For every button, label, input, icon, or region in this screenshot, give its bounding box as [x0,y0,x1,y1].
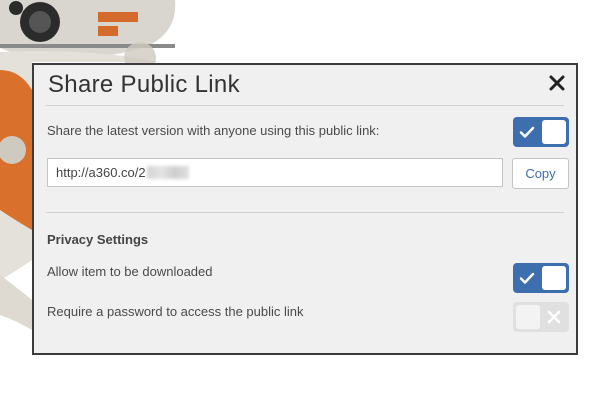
allow-download-toggle[interactable] [513,263,569,293]
toggle-knob [542,266,566,290]
section-divider [46,212,564,213]
share-link-toggle[interactable] [513,117,569,147]
toggle-knob [542,120,566,144]
x-icon [547,310,561,324]
allow-download-label: Allow item to be downloaded [47,264,213,279]
require-password-label: Require a password to access the public … [47,304,304,319]
require-password-toggle[interactable] [513,302,569,332]
public-link-field[interactable] [47,158,503,187]
privacy-settings-heading: Privacy Settings [47,232,149,247]
close-icon[interactable] [548,74,566,92]
toggle-knob [516,305,540,329]
copy-button[interactable]: Copy [512,158,569,189]
share-public-link-dialog: Share Public Link Share the latest versi… [32,63,578,355]
title-divider [46,105,564,106]
share-description: Share the latest version with anyone usi… [47,123,380,138]
check-icon [519,126,535,138]
check-icon [519,272,535,284]
redacted-link-segment [147,166,189,179]
dialog-title: Share Public Link [48,71,240,98]
